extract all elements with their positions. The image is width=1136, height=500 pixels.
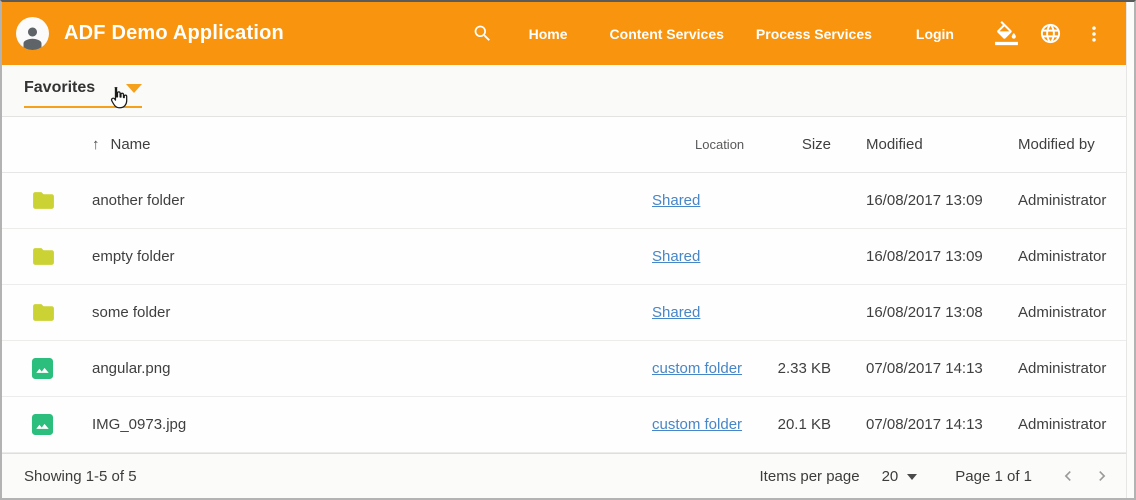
row-location-cell: custom folder [638,416,758,433]
row-modified-by: Administrator [988,192,1126,209]
row-location-cell: Shared [638,304,758,321]
app-title: ADF Demo Application [64,22,284,45]
items-per-page-select[interactable]: 20 [882,468,918,485]
modified-column-header[interactable]: Modified [836,136,988,153]
paginator: Showing 1-5 of 5 Items per page 20 Page … [2,453,1126,498]
view-toolbar: Favorites [2,65,1126,117]
row-icon-cell [2,300,70,325]
app-main: ADF Demo Application Home Content Servic… [2,2,1126,498]
location-link[interactable]: custom folder [652,416,742,433]
row-modified-by: Administrator [988,304,1126,321]
row-icon-cell [2,188,70,213]
row-modified: 16/08/2017 13:09 [836,192,988,209]
row-location-cell: custom folder [638,360,758,377]
items-per-page-value: 20 [882,468,899,485]
row-name: some folder [70,304,638,321]
size-column-header[interactable]: Size [758,136,836,153]
chevron-down-icon [907,474,917,480]
row-name: empty folder [70,248,638,265]
table-header-row: ↑ Name Location Size Modified Modified b… [2,117,1126,173]
folder-icon [31,300,56,325]
location-link[interactable]: Shared [652,304,700,321]
table-row-some-folder[interactable]: some folder Shared 16/08/2017 13:08 Admi… [2,285,1126,341]
table-row-another-folder[interactable]: another folder Shared 16/08/2017 13:09 A… [2,173,1126,229]
nav-item-process-services[interactable]: Process Services [756,20,872,48]
scrollbar-gutter[interactable] [1126,2,1134,498]
nav-item-login[interactable]: Login [916,20,954,48]
row-modified: 16/08/2017 13:08 [836,304,988,321]
row-location-cell: Shared [638,248,758,265]
previous-page-button[interactable] [1058,466,1078,486]
more-vert-icon [1084,23,1104,45]
row-name: angular.png [70,360,638,377]
location-link[interactable]: Shared [652,192,700,209]
row-modified-by: Administrator [988,416,1126,433]
table-row-empty-folder[interactable]: empty folder Shared 16/08/2017 13:09 Adm… [2,229,1126,285]
avatar [16,17,49,50]
row-icon-cell [2,413,70,436]
location-column-header[interactable]: Location [638,137,758,152]
location-link[interactable]: Shared [652,248,700,265]
nav-item-home[interactable]: Home [529,20,568,48]
chevron-left-icon [1058,466,1078,486]
row-modified: 07/08/2017 14:13 [836,416,988,433]
row-name: IMG_0973.jpg [70,416,638,433]
search-icon [472,23,493,44]
app-window: ADF Demo Application Home Content Servic… [0,0,1136,500]
image-file-icon [31,413,54,436]
nav-item-content-services[interactable]: Content Services [610,20,724,48]
person-icon [19,23,46,50]
row-modified: 16/08/2017 13:09 [836,248,988,265]
row-icon-cell [2,357,70,380]
next-page-button[interactable] [1092,466,1112,486]
row-icon-cell [2,244,70,269]
favorites-label: Favorites [24,79,95,97]
sort-ascending-icon: ↑ [92,136,100,153]
location-link[interactable]: custom folder [652,360,742,377]
showing-range-label: Showing 1-5 of 5 [24,468,137,485]
row-location-cell: Shared [638,192,758,209]
table-row-angular-png[interactable]: angular.png custom folder 2.33 KB 07/08/… [2,341,1126,397]
document-list: ↑ Name Location Size Modified Modified b… [2,117,1126,453]
folder-icon [31,244,56,269]
items-per-page-label: Items per page [760,468,860,485]
table-row-img-0973-jpg[interactable]: IMG_0973.jpg custom folder 20.1 KB 07/08… [2,397,1126,453]
color-fill-icon [994,21,1019,46]
folder-icon [31,188,56,213]
row-size: 2.33 KB [758,360,836,377]
row-modified-by: Administrator [988,248,1126,265]
chevron-right-icon [1092,466,1112,486]
chevron-down-icon [126,84,142,93]
modified-by-column-header[interactable]: Modified by [988,136,1126,153]
app-header: ADF Demo Application Home Content Servic… [2,2,1126,65]
row-modified-by: Administrator [988,360,1126,377]
row-size: 20.1 KB [758,416,836,433]
row-modified: 07/08/2017 14:13 [836,360,988,377]
name-column-label: Name [111,136,151,153]
name-column-header[interactable]: ↑ Name [70,136,638,153]
favorites-dropdown[interactable]: Favorites [24,79,142,108]
image-file-icon [31,357,54,380]
theme-picker-button[interactable] [994,21,1019,46]
globe-icon [1039,22,1062,45]
paginator-controls: Items per page 20 Page 1 of 1 [760,466,1112,486]
row-name: another folder [70,192,638,209]
page-range-label: Page 1 of 1 [955,468,1032,485]
search-button[interactable] [472,23,493,44]
language-menu-button[interactable] [1039,22,1062,45]
more-menu-button[interactable] [1084,23,1104,45]
